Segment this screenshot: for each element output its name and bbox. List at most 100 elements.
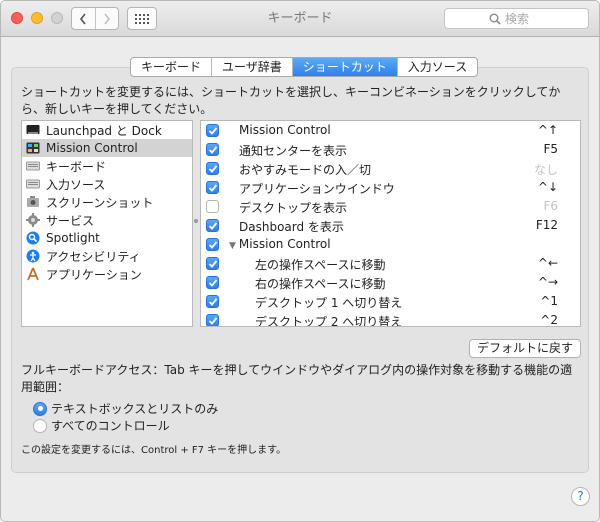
shortcut-name: 右の操作スペースに移動	[255, 277, 386, 291]
category-label: Spotlight	[46, 231, 100, 245]
spotlight-icon	[26, 231, 40, 245]
shortcut-checkbox[interactable]	[206, 295, 219, 308]
shortcut-row[interactable]: おやすみモードの入／切 なし	[201, 159, 580, 178]
shortcut-key[interactable]: ^1	[540, 294, 558, 308]
shortcut-key[interactable]: F6	[543, 199, 558, 213]
restore-defaults-button[interactable]: デフォルトに戻す	[469, 339, 581, 358]
applications-icon	[26, 267, 40, 281]
disclosure-triangle-icon[interactable]: ▼	[229, 241, 236, 251]
back-button[interactable]	[72, 8, 95, 29]
category-services[interactable]: サービス	[22, 211, 192, 229]
close-button[interactable]	[11, 12, 23, 24]
shortcut-name: おやすみモードの入／切	[239, 163, 372, 177]
shortcut-row[interactable]: 左の操作スペースに移動 ^←	[201, 254, 580, 273]
shortcut-checkbox[interactable]	[206, 276, 219, 289]
radio-all-controls[interactable]: すべてのコントロール	[33, 417, 170, 434]
category-label: アプリケーション	[46, 267, 142, 282]
shortcut-name: Mission Control	[238, 237, 331, 251]
shortcut-group-row[interactable]: ▼ Mission Control	[201, 235, 580, 254]
show-all-button[interactable]	[127, 7, 157, 30]
category-label: アクセシビリティ	[46, 249, 141, 264]
category-label: スクリーンショット	[46, 195, 154, 210]
shortcut-key[interactable]: ^←	[538, 256, 558, 270]
radio-selected-icon	[33, 401, 47, 416]
category-applications[interactable]: アプリケーション	[22, 265, 192, 283]
search-field[interactable]: 検索	[444, 8, 589, 29]
category-label: 入力ソース	[46, 177, 106, 192]
shortcut-checkbox[interactable]	[206, 314, 219, 326]
shortcut-name: デスクトップ 2 へ切り替え	[255, 315, 403, 327]
shortcut-checkbox[interactable]	[206, 124, 219, 137]
group-header: ▼ Mission Control	[229, 237, 331, 251]
shortcut-checkbox[interactable]	[206, 219, 219, 232]
chevron-left-icon	[80, 13, 86, 24]
radio-label: テキストボックスとリストのみ	[51, 402, 219, 416]
shortcut-checkbox[interactable]	[206, 200, 219, 213]
tab-shortcuts[interactable]: ショートカット	[291, 58, 397, 76]
checkmark-icon	[208, 146, 218, 154]
shortcut-key[interactable]: F12	[536, 218, 558, 232]
zoom-button[interactable]	[51, 12, 63, 24]
services-icon	[26, 213, 40, 227]
keyboard-icon	[26, 159, 40, 173]
shortcut-name: Mission Control	[239, 123, 331, 137]
title-bar: キーボード 検索	[1, 1, 599, 37]
tab-keyboard[interactable]: キーボード	[131, 58, 211, 76]
checkmark-icon	[208, 184, 218, 192]
category-list: Launchpad と Dock Mission Control キーボード 入…	[21, 120, 193, 327]
help-button[interactable]: ?	[571, 487, 590, 506]
shortcut-checkbox[interactable]	[206, 257, 219, 270]
mission-control-icon	[26, 141, 40, 155]
shortcut-key[interactable]: ^↑	[538, 123, 558, 137]
shortcut-checkbox[interactable]	[206, 143, 219, 156]
shortcut-row[interactable]: Mission Control ^↑	[201, 121, 580, 140]
shortcut-row[interactable]: デスクトップ 2 へ切り替え ^2	[201, 311, 580, 327]
shortcut-key[interactable]: ^↓	[538, 180, 558, 194]
radio-text-boxes-and-lists[interactable]: テキストボックスとリストのみ	[33, 400, 218, 417]
minimize-button[interactable]	[31, 12, 43, 24]
category-label: Launchpad と Dock	[46, 123, 162, 138]
category-mission-control[interactable]: Mission Control	[22, 139, 192, 157]
screenshot-icon	[26, 195, 40, 209]
shortcut-name: 通知センターを表示	[239, 144, 348, 158]
tab-input-sources[interactable]: 入力ソース	[396, 58, 477, 76]
shortcut-list: Mission Control ^↑ 通知センターを表示 F5 おやすみモードの…	[200, 120, 581, 327]
split-divider-handle[interactable]	[194, 219, 198, 223]
shortcut-row[interactable]: アプリケーションウインドウ ^↓	[201, 178, 580, 197]
launchpad-icon	[26, 123, 40, 137]
checkmark-icon	[208, 165, 218, 173]
category-keyboard[interactable]: キーボード	[22, 157, 192, 175]
shortcut-checkbox[interactable]	[206, 181, 219, 194]
tab-user-dictionary[interactable]: ユーザ辞書	[211, 58, 292, 76]
shortcut-key[interactable]: F5	[543, 142, 558, 156]
search-placeholder: 検索	[505, 12, 530, 26]
checkmark-icon	[208, 127, 218, 135]
grid-icon	[135, 13, 149, 24]
shortcut-key[interactable]: ^→	[538, 275, 558, 289]
shortcut-name: デスクトップを表示	[239, 201, 348, 215]
shortcut-key[interactable]: なし	[534, 161, 558, 178]
forward-button[interactable]	[94, 8, 119, 29]
radio-unselected-icon	[33, 418, 47, 433]
category-screenshots[interactable]: スクリーンショット	[22, 193, 192, 211]
category-spotlight[interactable]: Spotlight	[22, 229, 192, 247]
category-label: Mission Control	[46, 141, 138, 155]
chevron-right-icon	[104, 13, 110, 24]
shortcut-checkbox[interactable]	[206, 162, 219, 175]
category-launchpad-dock[interactable]: Launchpad と Dock	[22, 121, 192, 139]
category-input-sources[interactable]: 入力ソース	[22, 175, 192, 193]
shortcut-row[interactable]: デスクトップ 1 へ切り替え ^1	[201, 292, 580, 311]
shortcut-row[interactable]: 通知センターを表示 F5	[201, 140, 580, 159]
shortcut-name: Dashboard を表示	[239, 220, 344, 234]
shortcut-key[interactable]: ^2	[540, 313, 558, 326]
shortcut-checkbox[interactable]	[206, 238, 219, 251]
checkmark-icon	[208, 279, 218, 287]
shortcut-row[interactable]: Dashboard を表示 F12	[201, 216, 580, 235]
preferences-window: キーボード 検索 キーボード ユーザ辞書 ショートカット 入力ソース ショートカ…	[0, 0, 600, 522]
shortcut-row[interactable]: 右の操作スペースに移動 ^→	[201, 273, 580, 292]
control-f7-note: この設定を変更するには、Control + F7 キーを押します。	[21, 445, 287, 456]
full-keyboard-access-label: フルキーボードアクセス：Tab キーを押してウインドウやダイアログ内の操作対象を…	[21, 363, 573, 394]
shortcut-row[interactable]: デスクトップを表示 F6	[201, 197, 580, 216]
category-accessibility[interactable]: アクセシビリティ	[22, 247, 192, 265]
shortcut-name: 左の操作スペースに移動	[255, 258, 386, 272]
